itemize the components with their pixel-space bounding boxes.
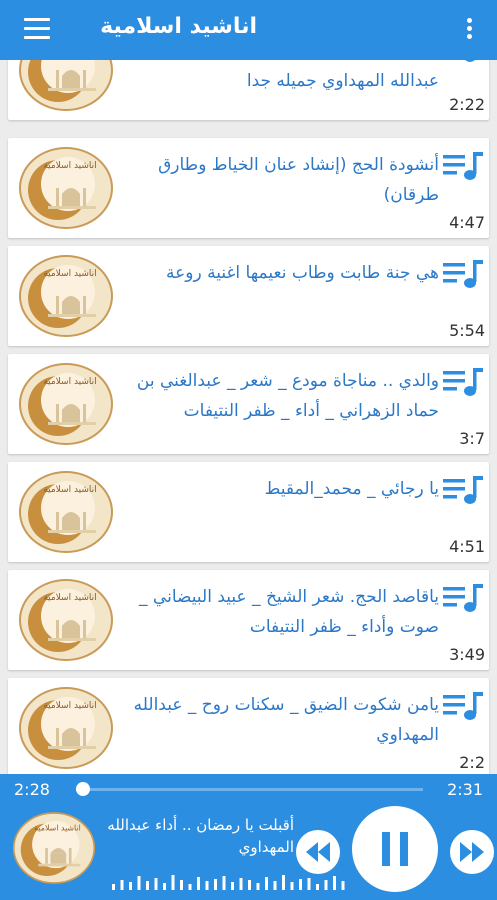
track-title: هي جنة طابت وطاب نعيمها اغنية روعة: [166, 263, 439, 283]
track-item[interactable]: عبدالله المهداوي جميله جدا 2:22: [8, 60, 489, 120]
waveform-bar: [180, 880, 183, 890]
current-time: 2:28: [14, 780, 50, 799]
now-playing-title: أقبلت يا رمضان .. أداء عبدالله المهداوي: [107, 816, 294, 856]
playlist-music-icon[interactable]: [443, 152, 485, 182]
pause-icon: [400, 832, 408, 866]
waveform-bar: [273, 881, 277, 890]
track-duration: 2:22: [449, 95, 485, 114]
seek-thumb[interactable]: [75, 782, 90, 796]
now-playing-thumbnail: [12, 806, 96, 890]
waveform-bar: [299, 879, 302, 890]
track-duration: 4:47: [449, 213, 485, 232]
more-vert-icon[interactable]: [467, 18, 473, 42]
waveform-bar: [214, 879, 217, 890]
waveform-bar: [256, 883, 260, 890]
track-title: يا رجائي _ محمد_المقيط: [264, 479, 439, 499]
track-title: عبدالله المهداوي جميله جدا: [246, 71, 439, 91]
track-list[interactable]: عبدالله المهداوي جميله جدا 2:22 أنشودة ا…: [0, 60, 497, 774]
waveform-bar: [137, 876, 141, 890]
waveform-bar: [333, 876, 336, 890]
waveform-bar: [154, 878, 158, 890]
waveform-icon: [112, 875, 345, 890]
waveform-bar: [222, 876, 226, 890]
rewind-icon: [306, 842, 330, 862]
app-bar: اناشيد اسلامية: [0, 0, 497, 60]
app-title: اناشيد اسلامية: [100, 14, 257, 39]
seek-bar[interactable]: [75, 782, 423, 796]
track-item[interactable]: يامن شكوت الضيق _ سكنات روح _ عبدالله ال…: [8, 678, 489, 774]
track-duration: 5:54: [449, 321, 485, 340]
track-title: والدي .. مناجاة مودع _ شعر _ عبدالغني بن…: [136, 371, 439, 421]
fast-forward-button[interactable]: [450, 830, 494, 874]
waveform-bar: [341, 881, 345, 890]
track-duration: 3:49: [449, 645, 485, 664]
waveform-bar: [188, 884, 192, 890]
track-item[interactable]: ياقاصد الحج. شعر الشيخ _ عبيد البيضاني _…: [8, 570, 489, 670]
playlist-music-icon[interactable]: [443, 260, 485, 290]
fast-forward-icon: [460, 842, 484, 862]
waveform-bar: [282, 875, 285, 890]
waveform-bar: [146, 881, 149, 890]
track-title: ياقاصد الحج. شعر الشيخ _ عبيد البيضاني _…: [139, 587, 439, 637]
track-thumbnail: [18, 254, 114, 338]
waveform-bar: [171, 875, 175, 890]
track-item[interactable]: والدي .. مناجاة مودع _ شعر _ عبدالغني بن…: [8, 354, 489, 454]
pause-button[interactable]: [352, 806, 438, 892]
rewind-button[interactable]: [296, 830, 340, 874]
waveform-bar: [316, 884, 319, 890]
waveform-bar: [197, 877, 200, 890]
waveform-bar: [112, 884, 115, 890]
track-item[interactable]: هي جنة طابت وطاب نعيمها اغنية روعة 5:54: [8, 246, 489, 346]
waveform-bar: [205, 881, 209, 890]
waveform-bar: [248, 880, 251, 890]
menu-icon[interactable]: [24, 18, 50, 40]
playlist-music-icon[interactable]: [443, 368, 485, 398]
playlist-music-icon[interactable]: [443, 60, 485, 64]
track-thumbnail: [18, 686, 114, 770]
playlist-music-icon[interactable]: [443, 584, 485, 614]
waveform-bar: [265, 877, 268, 890]
waveform-bar: [307, 878, 311, 890]
track-thumbnail: [18, 60, 114, 112]
track-item[interactable]: يا رجائي _ محمد_المقيط 4:51: [8, 462, 489, 562]
track-thumbnail: [18, 470, 114, 554]
track-thumbnail: [18, 146, 114, 230]
waveform-bar: [129, 882, 132, 890]
track-item[interactable]: أنشودة الحج (إنشاد عنان الخياط وطارق طرق…: [8, 138, 489, 238]
playlist-music-icon[interactable]: [443, 692, 485, 722]
track-title: أنشودة الحج (إنشاد عنان الخياط وطارق طرق…: [158, 155, 439, 205]
track-duration: 3:7: [459, 429, 485, 448]
waveform-bar: [231, 882, 234, 890]
waveform-bar: [239, 878, 243, 890]
waveform-bar: [163, 883, 166, 890]
pause-icon: [382, 832, 390, 866]
total-time: 2:31: [447, 780, 483, 799]
track-thumbnail: [18, 578, 114, 662]
track-duration: 4:51: [449, 537, 485, 556]
waveform-bar: [290, 882, 294, 890]
track-thumbnail: [18, 362, 114, 446]
track-title: يامن شكوت الضيق _ سكنات روح _ عبدالله ال…: [133, 695, 439, 745]
waveform-bar: [120, 880, 124, 890]
playlist-music-icon[interactable]: [443, 476, 485, 506]
waveform-bar: [324, 880, 328, 890]
track-duration: 2:2: [459, 753, 485, 772]
mini-player: 2:28 2:31 أقبلت يا رمضان .. أداء عبدالله…: [0, 774, 497, 900]
